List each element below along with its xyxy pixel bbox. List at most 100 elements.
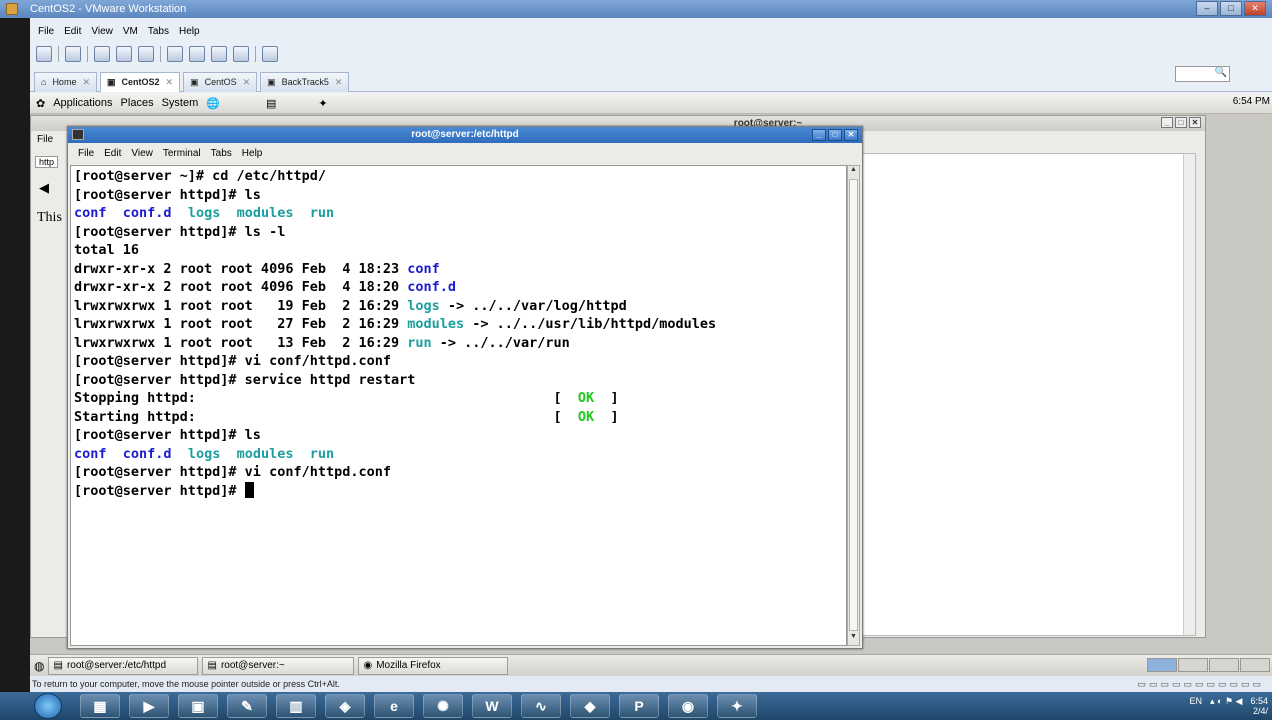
search-icon[interactable]: 🔍 — [1215, 67, 1227, 78]
start-button[interactable] — [34, 693, 62, 719]
power-icon[interactable] — [36, 46, 52, 62]
language-indicator[interactable]: EN — [1190, 696, 1203, 716]
web-browser-launcher-icon[interactable]: 🌐 — [206, 97, 220, 110]
close-button[interactable]: ✕ — [844, 129, 858, 141]
scroll-up-arrow-icon[interactable]: ▲ — [848, 166, 859, 178]
workspace-4[interactable] — [1240, 658, 1270, 672]
terminal-text-segment: OK — [577, 390, 595, 406]
tab-backtrack5[interactable]: ▣ BackTrack5 ✕ — [260, 72, 350, 92]
terminal-text-segment: -> ../../var/log/httpd — [439, 297, 627, 314]
terminal-text-segment: [root@server httpd]# ls — [74, 427, 261, 443]
send-keys-icon[interactable] — [65, 46, 81, 62]
terminal-text-segment: conf.d — [122, 205, 172, 221]
revert-snapshot-icon[interactable] — [116, 46, 132, 62]
console-view-icon[interactable] — [262, 46, 278, 62]
terminal-window: root@server:/etc/httpd _ □ ✕ File Edit V… — [67, 126, 863, 649]
minimize-button[interactable]: – — [1196, 1, 1218, 16]
network-icon[interactable]: ✺ — [423, 694, 463, 718]
menu-tabs[interactable]: Tabs — [211, 148, 232, 159]
scroll-thumb[interactable] — [849, 179, 858, 631]
firefox-icon[interactable]: ◉ — [668, 694, 708, 718]
close-tab-icon[interactable]: ✕ — [166, 73, 174, 92]
terminal-line: conf conf.d logs modules run — [74, 445, 843, 464]
menu-edit[interactable]: Edit — [64, 26, 81, 37]
menu-terminal[interactable]: Terminal — [163, 148, 201, 159]
workspace-3[interactable] — [1209, 658, 1239, 672]
minimize-button[interactable]: _ — [1161, 117, 1173, 128]
close-tab-icon[interactable]: ✕ — [335, 73, 343, 92]
media-player-icon[interactable]: ▶ — [129, 694, 169, 718]
shield-icon[interactable]: ◈ — [325, 694, 365, 718]
terminal-line: lrwxrwxrwx 1 root root 13 Feb 2 16:29 ru… — [74, 334, 843, 353]
menu-file[interactable]: File — [37, 134, 53, 145]
terminal-text-segment: Starting httpd: [ — [74, 408, 578, 425]
ie-icon[interactable]: e — [374, 694, 414, 718]
full-screen-icon[interactable] — [211, 46, 227, 62]
firefox-tab[interactable]: http — [35, 156, 59, 168]
tray-clock[interactable]: 6:54 2/4/ — [1250, 696, 1268, 716]
app-icon[interactable]: ◆ — [570, 694, 610, 718]
paint-icon[interactable]: ✎ — [227, 694, 267, 718]
panel-clock[interactable]: 6:54 PM — [1233, 96, 1270, 107]
powerpoint-icon[interactable]: P — [619, 694, 659, 718]
workspace-switcher[interactable] — [1147, 658, 1270, 672]
terminal-scrollbar[interactable]: ▲ ▼ — [847, 165, 860, 646]
menu-file[interactable]: File — [38, 26, 54, 37]
menu-help[interactable]: Help — [242, 148, 263, 159]
taskbar-item-terminal-httpd[interactable]: ▤ root@server:/etc/httpd — [48, 656, 199, 675]
toolbar-separator — [87, 46, 88, 62]
menu-places[interactable]: Places — [121, 97, 154, 109]
tab-centos[interactable]: ▣ CentOS ✕ — [183, 72, 258, 92]
tab-centos2[interactable]: ▣ CentOS2 ✕ — [100, 72, 181, 92]
maximize-button[interactable]: □ — [1175, 117, 1187, 128]
terminal-icon — [72, 129, 84, 140]
taskbar-item-terminal-home[interactable]: ▤ root@server:~ — [202, 656, 355, 675]
close-button[interactable]: ✕ — [1189, 117, 1201, 128]
workspace-2[interactable] — [1178, 658, 1208, 672]
device-status-icons[interactable]: ▭▭▭▭▭▭▭▭▭▭▭ — [1137, 676, 1264, 692]
calculator-icon[interactable]: ▥ — [276, 694, 316, 718]
explorer-icon[interactable]: ▦ — [80, 694, 120, 718]
minimize-button[interactable]: _ — [812, 129, 826, 141]
show-sidebar-icon[interactable] — [167, 46, 183, 62]
menu-applications[interactable]: Applications — [53, 97, 112, 109]
taskbar-item-firefox[interactable]: ◉ Mozilla Firefox — [358, 656, 509, 675]
workspace-1[interactable] — [1147, 658, 1177, 672]
terminal-text-segment: -> ../../var/run — [431, 334, 570, 351]
quick-switch-icon[interactable] — [189, 46, 205, 62]
tray-icons[interactable]: ▴ ◐ ⚑ ◀ — [1210, 696, 1242, 716]
terminal-text-segment: [root@server httpd]# service httpd resta… — [74, 371, 416, 388]
snapshot-icon[interactable] — [94, 46, 110, 62]
menu-vm[interactable]: VM — [123, 26, 138, 37]
menu-system[interactable]: System — [162, 97, 199, 109]
menu-file[interactable]: File — [78, 148, 94, 159]
maximize-button[interactable]: □ — [828, 129, 842, 141]
unity-icon[interactable] — [233, 46, 249, 62]
scroll-down-arrow-icon[interactable]: ▼ — [848, 633, 859, 645]
terminal-line: [root@server httpd]# vi conf/httpd.conf — [74, 352, 843, 371]
maximize-button[interactable]: □ — [1220, 1, 1242, 16]
menu-view[interactable]: View — [91, 26, 113, 37]
menu-tabs[interactable]: Tabs — [148, 26, 169, 37]
vmware-icon[interactable]: ▣ — [178, 694, 218, 718]
menu-view[interactable]: View — [131, 148, 153, 159]
scrollbar[interactable] — [1183, 154, 1195, 635]
menu-edit[interactable]: Edit — [104, 148, 121, 159]
show-desktop-icon[interactable]: ◍ — [34, 659, 44, 673]
tab-home[interactable]: ⌂ Home ✕ — [34, 72, 97, 92]
tool-icon[interactable]: ✦ — [717, 694, 757, 718]
search-input[interactable]: 🔍 — [1175, 66, 1230, 82]
update-notifier-icon[interactable]: ✦ — [318, 97, 327, 110]
host-left-strip — [0, 18, 30, 693]
chart-icon[interactable]: ∿ — [521, 694, 561, 718]
menu-help[interactable]: Help — [179, 26, 200, 37]
word-icon[interactable]: W — [472, 694, 512, 718]
close-tab-icon[interactable]: ✕ — [243, 73, 251, 92]
snapshot-manager-icon[interactable] — [138, 46, 154, 62]
terminal-output[interactable]: [root@server ~]# cd /etc/httpd/ [root@ser… — [70, 165, 847, 646]
terminal-line: [root@server httpd]# service httpd resta… — [74, 371, 843, 390]
close-button[interactable]: ✕ — [1244, 1, 1266, 16]
close-tab-icon[interactable]: ✕ — [82, 73, 90, 92]
terminal-launcher-icon[interactable]: ▤ — [266, 97, 276, 110]
back-arrow-icon[interactable]: ◀ — [39, 180, 49, 196]
